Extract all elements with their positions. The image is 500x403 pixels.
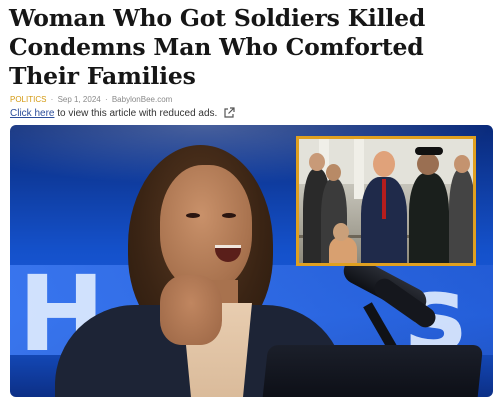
- inset-person: [449, 169, 473, 263]
- inset-person-head: [454, 155, 470, 173]
- inset-person-head: [326, 164, 341, 181]
- speaker-face: [160, 165, 252, 290]
- inset-cap: [415, 147, 443, 155]
- speaker-eye: [222, 213, 236, 218]
- inset-soldier: [409, 173, 449, 263]
- reduced-ads-link[interactable]: Click here: [10, 108, 54, 119]
- inset-person-head: [373, 151, 395, 177]
- speaker-eye: [186, 213, 200, 218]
- reduced-ads-notice: Click here to view this article with red…: [10, 107, 235, 119]
- speaker-hand: [160, 275, 222, 345]
- inset-person: [329, 237, 357, 263]
- inset-person-tie: [382, 179, 386, 219]
- inset-person-head: [309, 153, 325, 171]
- external-link-icon[interactable]: [223, 107, 235, 119]
- reduced-ads-text: to view this article with reduced ads.: [57, 107, 218, 119]
- article-source: BabylonBee.com: [111, 95, 173, 104]
- article-meta: POLITICS · Sep 1, 2024 · BabylonBee.com: [10, 95, 173, 104]
- inset-person-head: [417, 153, 439, 175]
- article-headline: Woman Who Got Soldiers Killed Condemns M…: [9, 4, 426, 90]
- article-date: Sep 1, 2024: [57, 95, 101, 104]
- inset-person-head: [333, 223, 349, 241]
- inset-photo[interactable]: [296, 136, 476, 266]
- inset-column: [354, 139, 364, 199]
- podium: [261, 345, 484, 397]
- category-tag[interactable]: POLITICS: [10, 95, 46, 104]
